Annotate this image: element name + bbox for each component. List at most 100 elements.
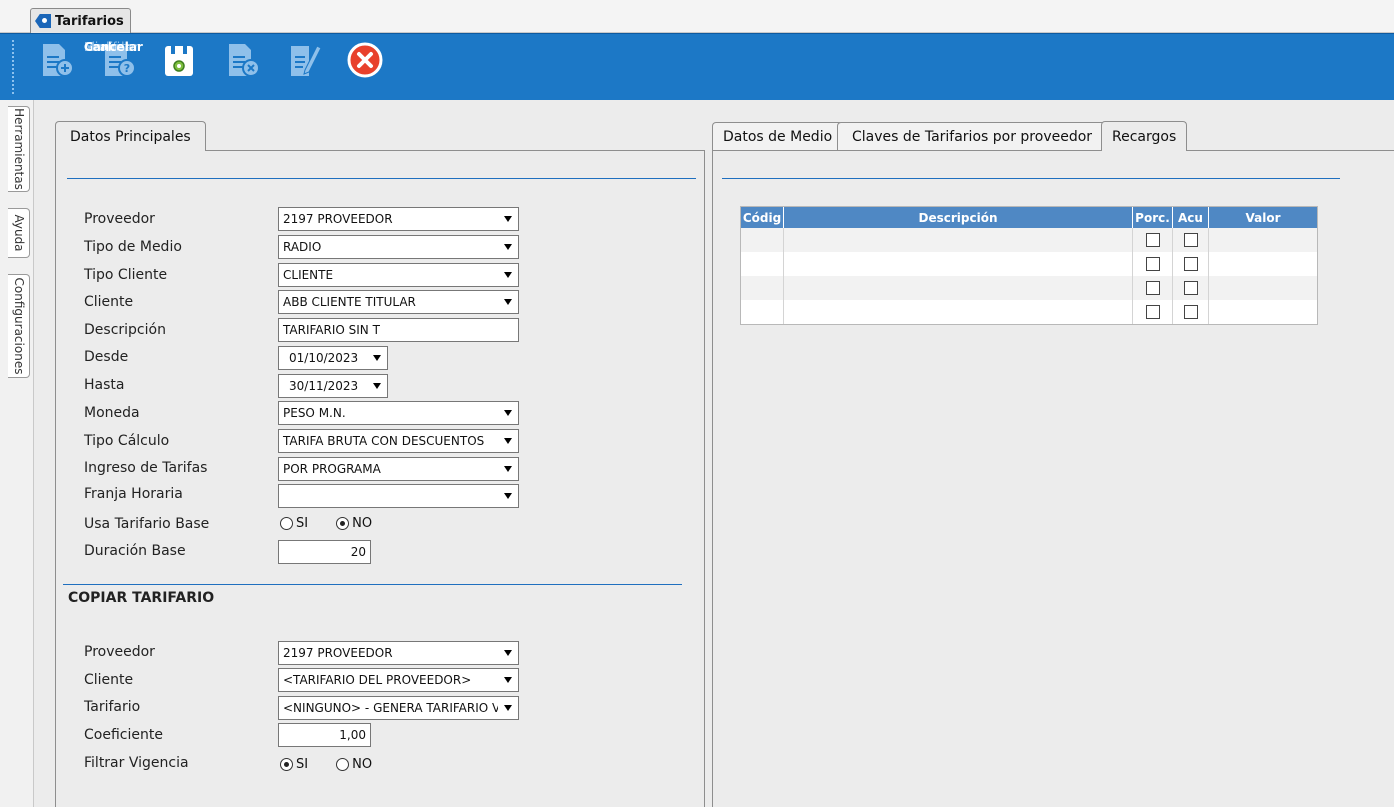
cell-descripcion[interactable] xyxy=(784,276,1133,300)
filtrar-vigencia-label: Filtrar Vigencia xyxy=(84,755,189,771)
chevron-down-icon[interactable] xyxy=(498,291,518,313)
chevron-down-icon[interactable] xyxy=(367,375,387,397)
moneda-select[interactable]: PESO M.N. xyxy=(278,401,519,425)
tab-label: Datos Principales xyxy=(70,128,191,145)
desde-date-picker[interactable]: 01/10/2023 xyxy=(278,346,388,370)
copy-tarifario-select[interactable]: <NINGUNO> - GENERA TARIFARIO VACI xyxy=(278,696,519,720)
cell-valor[interactable] xyxy=(1209,252,1317,276)
cell-valor[interactable] xyxy=(1209,276,1317,300)
acu-checkbox[interactable] xyxy=(1183,233,1198,247)
tipo-medio-select[interactable]: RADIO xyxy=(278,235,519,259)
tab-label: Claves de Tarifarios por proveedor xyxy=(852,129,1093,145)
tab-recargos[interactable]: Recargos xyxy=(1101,121,1188,151)
modificar-button[interactable]: Modificar xyxy=(84,34,334,80)
tab-datos-de-medio[interactable]: Datos de Medio xyxy=(712,122,844,151)
filtrar-vigencia-no-radio[interactable]: NO xyxy=(336,757,372,772)
chevron-down-icon[interactable] xyxy=(367,347,387,369)
cell-descripcion[interactable] xyxy=(784,252,1133,276)
filtrar-vigencia-si-radio[interactable]: SI xyxy=(280,757,308,772)
tab-claves-tarifarios[interactable]: Claves de Tarifarios por proveedor xyxy=(837,122,1108,151)
tab-datos-principales[interactable]: Datos Principales xyxy=(55,121,206,151)
cell-codigo[interactable] xyxy=(741,300,784,324)
proveedor-select[interactable]: 2197 PROVEEDOR xyxy=(278,207,519,231)
chevron-down-icon[interactable] xyxy=(498,402,518,424)
porc-checkbox[interactable] xyxy=(1145,257,1160,271)
duracion-base-label: Duración Base xyxy=(84,543,186,559)
radio-circle[interactable] xyxy=(336,758,350,771)
chevron-down-icon[interactable] xyxy=(498,458,518,480)
copy-proveedor-select[interactable]: 2197 PROVEEDOR xyxy=(278,641,519,665)
cell-codigo[interactable] xyxy=(741,276,784,300)
eliminar-button[interactable]: Eliminar xyxy=(84,34,272,80)
recargos-grid: Códig Descripción Porc. Acu Valor xyxy=(740,206,1318,325)
column-header-codigo[interactable]: Códig xyxy=(741,207,784,228)
porc-checkbox[interactable] xyxy=(1145,281,1160,295)
tag-icon xyxy=(35,14,51,28)
side-tab-herramientas[interactable]: Herramientas xyxy=(8,106,30,192)
tipo-cliente-label: Tipo Cliente xyxy=(84,267,168,283)
toolbar-grip[interactable] xyxy=(12,40,14,94)
column-header-acu[interactable]: Acu xyxy=(1173,207,1209,228)
tipo-calculo-select[interactable]: TARIFA BRUTA CON DESCUENTOS xyxy=(278,429,519,453)
divider xyxy=(63,584,682,585)
divider xyxy=(722,178,1340,179)
cliente-select[interactable]: ABB CLIENTE TITULAR xyxy=(278,290,519,314)
table-row[interactable] xyxy=(741,276,1317,300)
coeficiente-input[interactable]: 1,00 xyxy=(278,723,371,747)
radio-circle[interactable] xyxy=(280,758,293,771)
cell-acu xyxy=(1173,252,1209,276)
grabar-button[interactable]: Grabar xyxy=(84,34,210,80)
chevron-down-icon[interactable] xyxy=(498,642,518,664)
duracion-base-input[interactable]: 20 xyxy=(278,540,371,564)
column-header-descripcion[interactable]: Descripción xyxy=(784,207,1133,228)
desde-label: Desde xyxy=(84,349,129,365)
table-row[interactable] xyxy=(741,228,1317,252)
chevron-down-icon[interactable] xyxy=(498,669,518,691)
tipo-calculo-label: Tipo Cálculo xyxy=(84,433,170,449)
copy-proveedor-value: 2197 PROVEEDOR xyxy=(283,646,393,660)
cell-acu xyxy=(1173,276,1209,300)
table-row[interactable] xyxy=(741,252,1317,276)
radio-circle[interactable] xyxy=(336,517,350,530)
chevron-down-icon[interactable] xyxy=(498,264,518,286)
column-header-valor[interactable]: Valor xyxy=(1209,207,1317,228)
acu-checkbox[interactable] xyxy=(1183,257,1198,271)
tipo-cliente-select[interactable]: CLIENTE xyxy=(278,263,519,287)
cell-codigo[interactable] xyxy=(741,228,784,252)
radio-circle[interactable] xyxy=(280,517,293,530)
porc-checkbox[interactable] xyxy=(1145,233,1160,247)
table-row[interactable] xyxy=(741,300,1317,324)
hasta-date-picker[interactable]: 30/11/2023 xyxy=(278,374,388,398)
cell-valor[interactable] xyxy=(1209,228,1317,252)
window-tab-label: Tarifarios xyxy=(55,13,124,29)
franja-horaria-select[interactable] xyxy=(278,484,519,508)
cancelar-button[interactable]: Cancelar xyxy=(84,34,396,80)
ingreso-tarifas-select[interactable]: POR PROGRAMA xyxy=(278,457,519,481)
copy-cliente-select[interactable]: <TARIFARIO DEL PROVEEDOR> xyxy=(278,668,519,692)
descripcion-input[interactable]: TARIFARIO SIN T xyxy=(278,318,519,342)
ingreso-tarifas-label: Ingreso de Tarifas xyxy=(84,460,208,476)
cell-descripcion[interactable] xyxy=(784,228,1133,252)
side-tab-ayuda[interactable]: Ayuda xyxy=(8,208,30,258)
chevron-down-icon[interactable] xyxy=(498,697,518,719)
desde-value: 01/10/2023 xyxy=(289,351,359,365)
acu-checkbox[interactable] xyxy=(1183,281,1198,295)
nuevo-button[interactable]: Nuevo xyxy=(24,34,122,80)
cell-valor[interactable] xyxy=(1209,300,1317,324)
cell-porc xyxy=(1133,228,1173,252)
chevron-down-icon[interactable] xyxy=(498,208,518,230)
side-tab-configuraciones[interactable]: Configuraciones xyxy=(8,274,30,378)
cell-descripcion[interactable] xyxy=(784,300,1133,324)
column-header-porc[interactable]: Porc. xyxy=(1133,207,1173,228)
porc-checkbox[interactable] xyxy=(1145,305,1160,319)
chevron-down-icon[interactable] xyxy=(498,485,518,507)
window-tab-tarifarios[interactable]: Tarifarios xyxy=(30,8,131,33)
usa-tarifario-base-si-radio[interactable]: SI xyxy=(280,516,308,531)
acu-checkbox[interactable] xyxy=(1183,305,1198,319)
usa-tarifario-base-no-radio[interactable]: NO xyxy=(336,516,372,531)
coeficiente-value: 1,00 xyxy=(339,728,366,742)
chevron-down-icon[interactable] xyxy=(498,236,518,258)
cell-codigo[interactable] xyxy=(741,252,784,276)
descripcion-value: TARIFARIO SIN T xyxy=(283,323,380,337)
chevron-down-icon[interactable] xyxy=(498,430,518,452)
